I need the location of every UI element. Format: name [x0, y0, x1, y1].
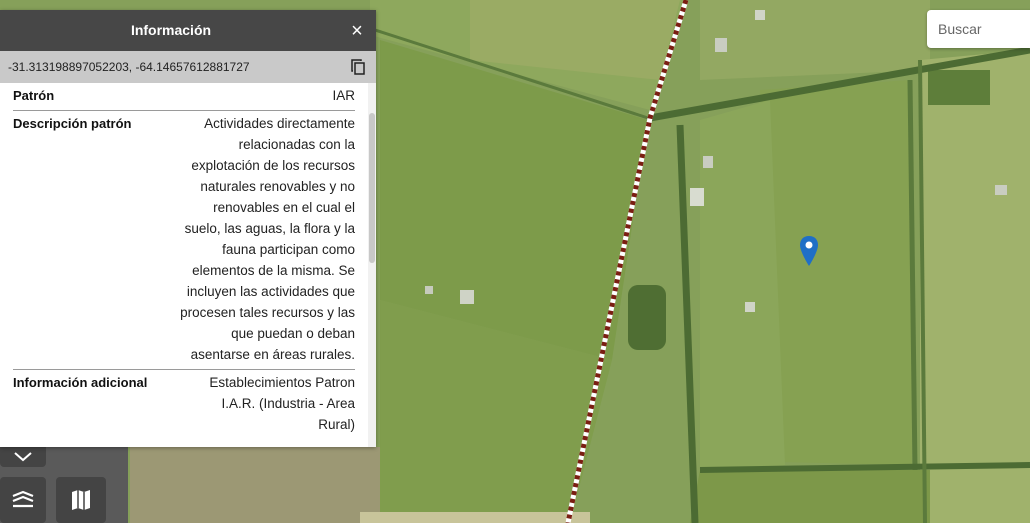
building [425, 286, 433, 294]
field [360, 512, 590, 523]
information-panel: Información × -31.313198897052203, -64.1… [0, 10, 376, 447]
attribute-value: Actividades directamente relacionadas co… [180, 116, 355, 362]
attribute-value: IAR [332, 88, 355, 103]
layers-icon [12, 490, 34, 508]
pond [628, 285, 666, 350]
collapse-button[interactable] [0, 447, 46, 467]
scrollbar-thumb[interactable] [369, 113, 375, 263]
attribute-row: Patrón IAR [13, 83, 355, 111]
panel-header: Información × [0, 10, 376, 51]
field [700, 100, 785, 470]
attribute-label: Información adicional [13, 375, 148, 390]
chevron-down-icon [14, 452, 32, 462]
map-icon [72, 490, 90, 510]
building [745, 302, 755, 312]
attribute-row: Información adicional Establecimientos P… [13, 370, 355, 439]
building [460, 290, 474, 304]
field [920, 50, 1030, 523]
attribute-label: Patrón [13, 88, 55, 103]
field [130, 447, 380, 523]
coordinates-bar: -31.313198897052203, -64.14657612881727 [0, 51, 376, 83]
copy-icon[interactable] [350, 59, 366, 75]
coordinates-text: -31.313198897052203, -64.14657612881727 [8, 60, 250, 74]
scrollbar[interactable] [368, 83, 376, 447]
field [700, 0, 930, 80]
layers-button[interactable] [0, 477, 46, 523]
attribute-list: Patrón IAR Descripción patrón Actividade… [0, 83, 368, 447]
attribute-row: Descripción patrón Actividades directame… [13, 111, 355, 370]
location-marker-icon[interactable] [800, 236, 818, 266]
close-button[interactable]: × [344, 18, 370, 44]
attribute-label: Descripción patrón [13, 116, 132, 131]
map-tools-panel [0, 447, 128, 523]
building [690, 188, 704, 206]
basemap-button[interactable] [56, 477, 106, 523]
building [995, 185, 1007, 195]
search-input[interactable] [927, 10, 1030, 48]
building [755, 10, 765, 20]
building [703, 156, 713, 168]
field [760, 80, 912, 465]
panel-title: Información [130, 22, 212, 38]
close-icon: × [351, 20, 363, 42]
pond [928, 70, 990, 105]
building [715, 38, 727, 52]
field [690, 470, 930, 523]
attribute-value: Establecimientos Patron I.A.R. (Industri… [209, 375, 355, 432]
